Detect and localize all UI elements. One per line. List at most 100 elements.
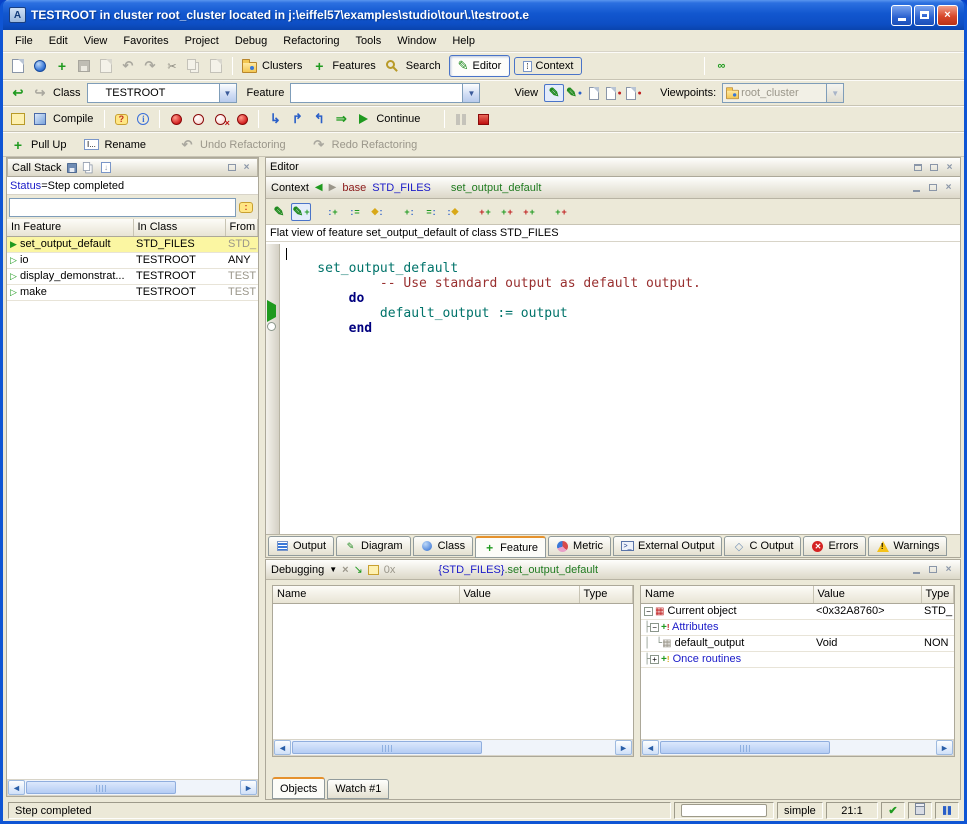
- object-row[interactable]: −▦ Current object <0x32A8760> STD_: [641, 603, 954, 619]
- compile-label[interactable]: Compile: [51, 113, 99, 125]
- menu-favorites[interactable]: Favorites: [115, 32, 176, 50]
- call-stack-row[interactable]: ▷ io TESTROOT ANY: [7, 252, 258, 268]
- editor-close-button[interactable]: ×: [943, 161, 956, 174]
- objects-column-type[interactable]: Type: [921, 586, 954, 603]
- note-icon[interactable]: [368, 565, 379, 575]
- project-settings-button[interactable]: [7, 109, 29, 129]
- discover-melt-button[interactable]: ?: [110, 109, 132, 129]
- step-over-button[interactable]: ↱: [286, 109, 308, 129]
- new-button[interactable]: [7, 56, 29, 76]
- breadcrumb-feature[interactable]: set_output_default: [451, 182, 542, 194]
- features-button[interactable]: +: [308, 56, 330, 76]
- scroll-right-arrow[interactable]: ►: [240, 780, 257, 795]
- compile-button[interactable]: [29, 109, 51, 129]
- objects-column-name[interactable]: Name: [641, 586, 813, 603]
- disable-breakpoints-button[interactable]: [187, 109, 209, 129]
- scroll-left-arrow[interactable]: ◄: [8, 780, 25, 795]
- tab-errors[interactable]: ✕Errors: [803, 536, 866, 556]
- system-info-button[interactable]: i: [132, 109, 154, 129]
- expand-icon[interactable]: +: [650, 655, 659, 664]
- call-stack-import-button[interactable]: ↓: [100, 161, 113, 174]
- tab-metric[interactable]: Metric: [548, 536, 611, 556]
- debugging-close-button[interactable]: ×: [942, 563, 955, 576]
- tab-watch-1[interactable]: Watch #1: [327, 779, 389, 799]
- scroll-left-arrow[interactable]: ◄: [642, 740, 659, 755]
- context-forward-button[interactable]: ▶: [329, 182, 337, 193]
- object-row[interactable]: ├−+! Attributes: [641, 619, 954, 635]
- menu-edit[interactable]: Edit: [41, 32, 76, 50]
- call-stack-copy-button[interactable]: [83, 161, 96, 174]
- stack-depth-button[interactable]: :: [236, 197, 256, 217]
- watch-column-value[interactable]: Value: [459, 586, 579, 603]
- redo-refactoring-label[interactable]: Redo Refactoring: [330, 139, 424, 151]
- editor-maximize-button[interactable]: [927, 161, 940, 174]
- menu-file[interactable]: File: [7, 32, 41, 50]
- hex-format-button[interactable]: 0x: [384, 564, 396, 576]
- menu-help[interactable]: Help: [444, 32, 483, 50]
- view-modified-button[interactable]: ✎●: [564, 84, 584, 102]
- column-in-feature[interactable]: In Feature: [7, 219, 133, 236]
- assigners-button[interactable]: :=: [345, 203, 365, 221]
- breakpoints-tool-button[interactable]: [231, 109, 253, 129]
- scroll-left-arrow[interactable]: ◄: [274, 740, 291, 755]
- tab-external-output[interactable]: >_External Output: [613, 536, 722, 556]
- homonyms-button[interactable]: ++: [519, 203, 539, 221]
- menu-debug[interactable]: Debug: [227, 32, 275, 50]
- watch-column-type[interactable]: Type: [579, 586, 633, 603]
- implementers-button[interactable]: ++: [551, 203, 571, 221]
- collapse-icon[interactable]: −: [650, 623, 659, 632]
- scroll-thumb[interactable]: [26, 781, 176, 794]
- undo-refactoring-label[interactable]: Undo Refactoring: [198, 139, 292, 151]
- enable-breakpoints-button[interactable]: [165, 109, 187, 129]
- pause-button[interactable]: [450, 109, 472, 129]
- continue-button[interactable]: [352, 109, 374, 129]
- redo-button[interactable]: ↷: [139, 56, 161, 76]
- view-contract-button[interactable]: ●: [604, 84, 624, 102]
- paste-button[interactable]: [205, 56, 227, 76]
- pull-up-label[interactable]: Pull Up: [29, 139, 72, 151]
- undo-button[interactable]: ↶: [117, 56, 139, 76]
- menu-refactoring[interactable]: Refactoring: [275, 32, 347, 50]
- view-editor-button[interactable]: ✎: [544, 84, 564, 102]
- context-maximize-button[interactable]: [926, 181, 939, 194]
- step-into-button[interactable]: ↳: [264, 109, 286, 129]
- column-from[interactable]: From: [225, 219, 258, 236]
- context-back-button[interactable]: ◀: [315, 182, 323, 193]
- viewpoints-combobox[interactable]: root_cluster ▼: [722, 83, 844, 103]
- debugging-minimize-button[interactable]: [910, 563, 923, 576]
- save-button[interactable]: [73, 56, 95, 76]
- editor-toggle-button[interactable]: ✎ Editor: [449, 55, 511, 77]
- call-stack-row[interactable]: ▶ set_output_default STD_FILES STD_: [7, 236, 258, 252]
- watch-column-name[interactable]: Name: [273, 586, 459, 603]
- code-area[interactable]: set_output_default -- Use standard outpu…: [266, 244, 960, 534]
- editor-float-button[interactable]: [911, 161, 924, 174]
- search-button[interactable]: [382, 56, 404, 76]
- column-in-class[interactable]: In Class: [133, 219, 225, 236]
- save-all-button[interactable]: [95, 56, 117, 76]
- clusters-label[interactable]: Clusters: [260, 60, 308, 72]
- stop-button[interactable]: [472, 109, 494, 129]
- menu-window[interactable]: Window: [389, 32, 444, 50]
- call-stack-filter-input[interactable]: [9, 198, 236, 217]
- call-stack-row[interactable]: ▷ display_demonstrat... TESTROOT TEST: [7, 268, 258, 284]
- feature-combobox-arrow[interactable]: ▼: [462, 84, 479, 102]
- tab-class[interactable]: Class: [413, 536, 474, 556]
- call-stack-row[interactable]: ▷ make TESTROOT TEST: [7, 284, 258, 300]
- descendants-button[interactable]: ++: [497, 203, 517, 221]
- maximize-button[interactable]: [914, 5, 935, 26]
- pull-up-button[interactable]: +: [7, 135, 29, 155]
- minimize-button[interactable]: [891, 5, 912, 26]
- scroll-thumb[interactable]: [660, 741, 830, 754]
- continue-label[interactable]: Continue: [374, 113, 426, 125]
- attach-arrow-icon[interactable]: ↘: [354, 563, 363, 576]
- tab-c-output[interactable]: ◇C Output: [724, 536, 801, 556]
- new-feature-view-button[interactable]: ✎+: [291, 203, 311, 221]
- cut-button[interactable]: ✂: [161, 56, 183, 76]
- callers-button[interactable]: :+: [323, 203, 343, 221]
- debugging-close-watch-icon[interactable]: ×: [342, 564, 348, 576]
- call-stack-maximize-button[interactable]: [225, 161, 238, 174]
- ancestors-button[interactable]: ++: [475, 203, 495, 221]
- callees-button[interactable]: +:: [399, 203, 419, 221]
- scroll-right-arrow[interactable]: ►: [936, 740, 953, 755]
- watch-hscrollbar[interactable]: ◄ ►: [273, 739, 633, 756]
